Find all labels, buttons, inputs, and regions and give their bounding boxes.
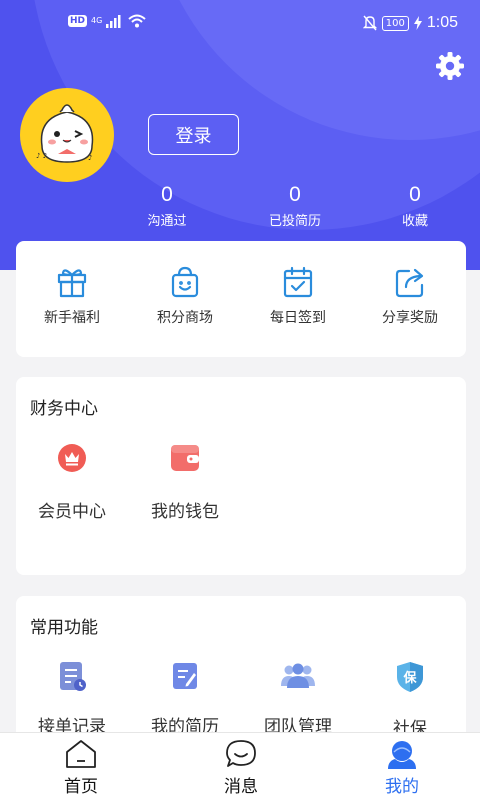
- battery-indicator: 100: [381, 15, 409, 31]
- share-icon: [395, 268, 424, 298]
- svg-text:♪ ♪: ♪ ♪: [36, 152, 47, 160]
- avatar[interactable]: ♪ ♪ ♪: [20, 88, 114, 182]
- quick-action-label: 积分商场: [157, 310, 213, 326]
- function-item-social-security[interactable]: 保 社保: [354, 660, 466, 739]
- stat-value: 0: [289, 183, 301, 206]
- wifi-icon: [128, 14, 146, 28]
- tab-profile[interactable]: 我的: [352, 739, 452, 797]
- profile-icon: [388, 741, 416, 769]
- stat-favorites[interactable]: 0 收藏: [355, 182, 475, 229]
- gear-icon: [436, 52, 464, 80]
- gift-icon: [57, 269, 87, 298]
- finance-item-membership[interactable]: 会员中心: [16, 443, 128, 522]
- shield-icon: 保: [397, 662, 423, 692]
- stat-label: 沟通过: [147, 214, 187, 229]
- function-item-team-management[interactable]: 团队管理: [242, 660, 354, 737]
- card-title: 财务中心: [30, 399, 98, 419]
- svg-text:♪: ♪: [88, 154, 92, 162]
- status-bar: HD 4G 100 1:05: [0, 14, 480, 42]
- mute-bell-icon: [362, 15, 377, 31]
- signal-icon: [106, 15, 121, 28]
- tab-label: 消息: [224, 777, 258, 797]
- stat-value: 0: [409, 183, 421, 206]
- finance-center-card: 财务中心 会员中心 我的钱包: [16, 377, 466, 575]
- stat-contacted[interactable]: 0 沟通过: [107, 182, 227, 229]
- clock: 1:05: [426, 14, 458, 31]
- home-icon: [66, 740, 96, 768]
- stat-applied-resumes[interactable]: 0 已投简历: [235, 182, 355, 229]
- finance-item-label: 会员中心: [38, 502, 106, 522]
- resume-icon: [173, 663, 197, 689]
- shopping-bag-icon: [171, 266, 199, 298]
- quick-action-daily-checkin[interactable]: 每日签到: [242, 265, 354, 327]
- tab-label: 我的: [385, 777, 419, 797]
- quick-action-share-rewards[interactable]: 分享奖励: [354, 265, 466, 327]
- bottom-tab-bar: 首页 消息 我的: [0, 732, 480, 800]
- quick-action-label: 分享奖励: [382, 310, 438, 326]
- svg-text:保: 保: [402, 670, 417, 686]
- tab-home[interactable]: 首页: [31, 739, 131, 797]
- network-label: 4G: [91, 16, 103, 25]
- mascot-icon: ♪ ♪ ♪: [36, 104, 94, 163]
- stat-label: 收藏: [401, 214, 428, 229]
- finance-item-wallet[interactable]: 我的钱包: [129, 443, 241, 522]
- quick-action-newbie-benefits[interactable]: 新手福利: [16, 265, 128, 327]
- quick-action-points-mall[interactable]: 积分商场: [129, 265, 241, 327]
- hd-badge: HD: [68, 15, 88, 27]
- function-item-my-resume[interactable]: 我的简历: [129, 660, 241, 737]
- wallet-icon: [171, 445, 199, 471]
- message-icon: [226, 740, 256, 767]
- charging-icon: [413, 16, 422, 30]
- stat-value: 0: [161, 183, 173, 206]
- calendar-check-icon: [283, 266, 313, 298]
- team-icon: [281, 663, 315, 688]
- quick-action-label: 新手福利: [44, 310, 100, 326]
- crown-icon: [58, 444, 86, 472]
- tab-label: 首页: [64, 777, 98, 797]
- card-title: 常用功能: [30, 618, 98, 638]
- quick-actions-card: 新手福利 积分商场 每日签到 分享奖励: [16, 241, 466, 357]
- finance-item-label: 我的钱包: [151, 502, 219, 522]
- login-button[interactable]: 登录: [148, 114, 239, 155]
- quick-action-label: 每日签到: [270, 310, 326, 326]
- stat-label: 已投简历: [268, 214, 321, 229]
- tab-messages[interactable]: 消息: [191, 739, 291, 797]
- order-record-icon: [60, 662, 86, 691]
- function-item-order-records[interactable]: 接单记录: [16, 660, 128, 737]
- settings-button[interactable]: [434, 50, 466, 82]
